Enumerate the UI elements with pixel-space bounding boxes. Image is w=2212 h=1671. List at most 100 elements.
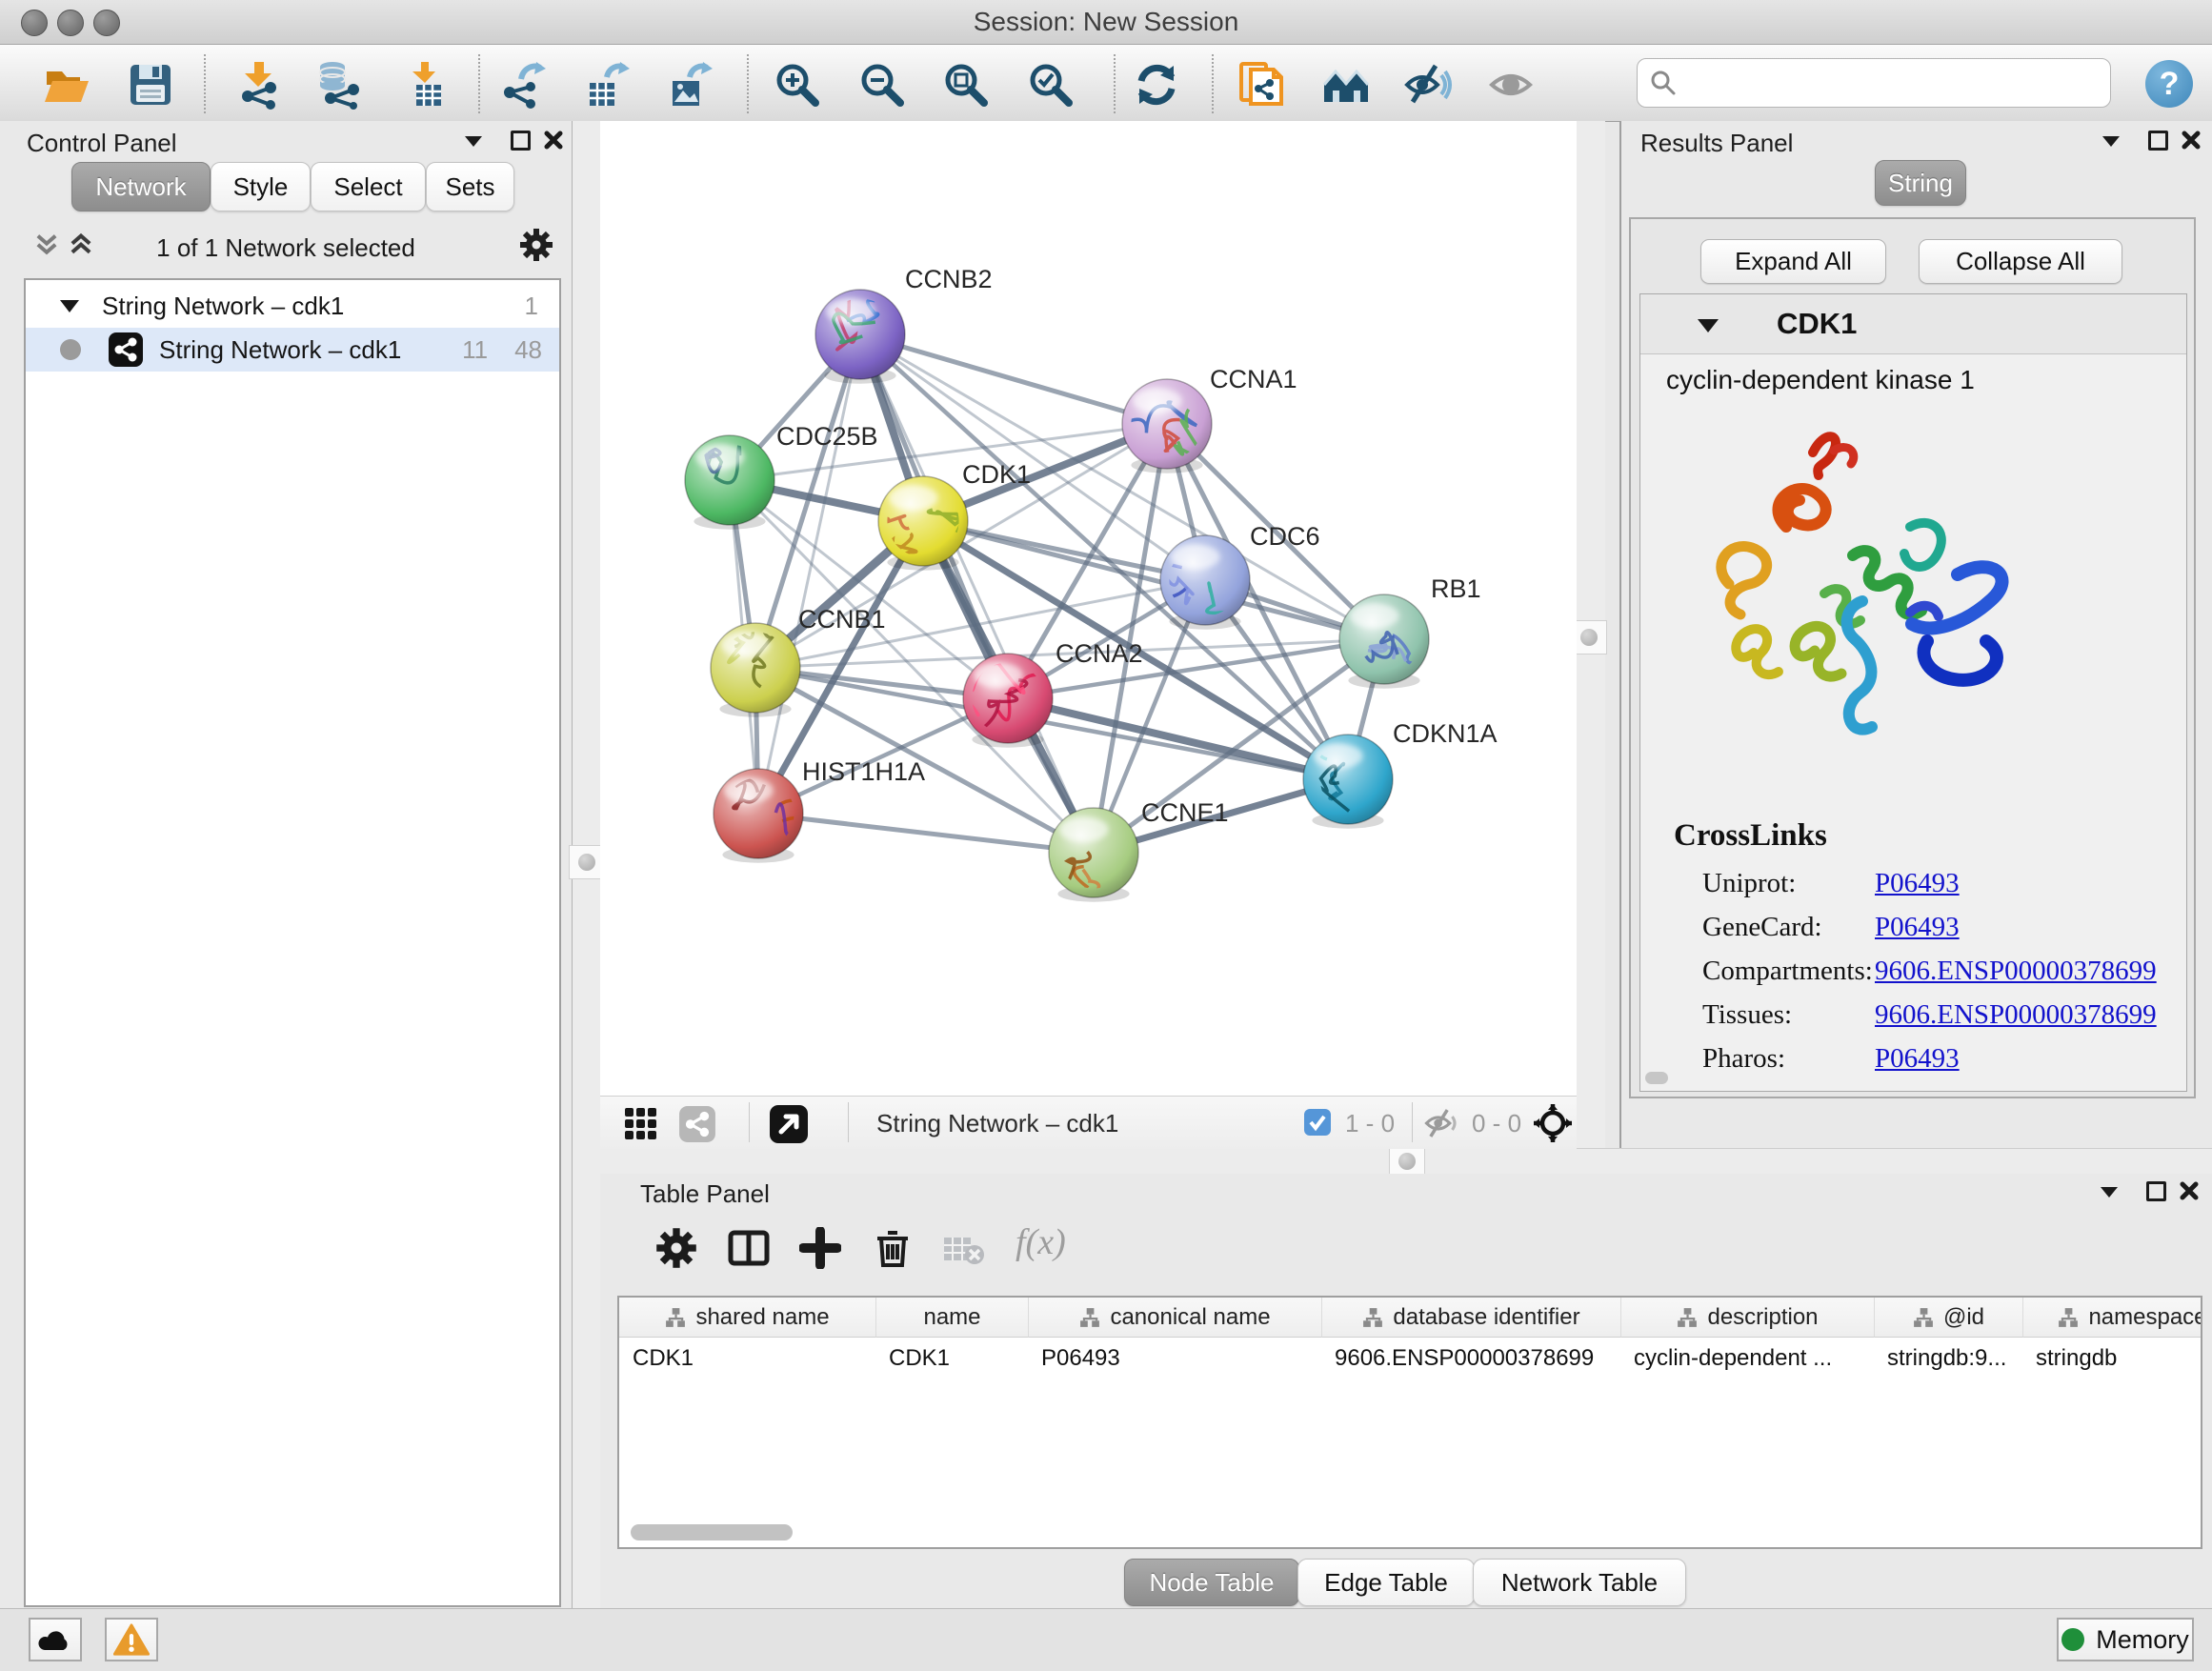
crosslink-link-tissues[interactable]: 9606.ENSP00000378699 <box>1875 999 2157 1031</box>
expand-all-button[interactable]: Expand All <box>1700 239 1886 284</box>
hidden-eye-slash-icon[interactable] <box>1423 1106 1461 1140</box>
show-glass-button[interactable] <box>1480 56 1541 113</box>
selected-checkbox-icon[interactable] <box>1303 1108 1332 1137</box>
export-image-button[interactable] <box>659 56 720 113</box>
table-cell[interactable]: stringdb <box>2022 1339 2202 1378</box>
eye-icon <box>1486 60 1536 110</box>
share-session-button[interactable] <box>1232 56 1293 113</box>
toolbar-separator <box>1212 54 1214 113</box>
horizontal-splitter-handle[interactable] <box>1389 1147 1425 1176</box>
crosslink-link-pharos[interactable]: P06493 <box>1875 1043 1960 1075</box>
column-header-id[interactable]: @id <box>1874 1298 2022 1338</box>
search-input[interactable] <box>1678 68 2110 99</box>
tab-network[interactable]: Network <box>71 162 211 211</box>
crosslink-link-genecard[interactable]: P06493 <box>1875 912 1960 943</box>
network-node-label: CDC6 <box>1250 522 1320 551</box>
import-network-file-button[interactable] <box>228 56 289 113</box>
table-cell[interactable]: stringdb:9... <box>1874 1339 2022 1378</box>
column-header-shared-name[interactable]: shared name <box>619 1298 875 1338</box>
button-label: Collapse All <box>1956 247 2085 276</box>
column-header-namespace[interactable]: namespace <box>2022 1298 2202 1338</box>
delete-table-icon[interactable] <box>943 1235 985 1265</box>
cell-value: stringdb <box>2036 1345 2117 1372</box>
network-row-selected[interactable]: String Network – cdk1 11 48 <box>26 328 559 372</box>
collapse-section-icon[interactable] <box>1698 319 1719 332</box>
maximize-panel-icon[interactable] <box>2146 1181 2166 1201</box>
birds-eye-view-icon[interactable] <box>1532 1102 1574 1144</box>
table-cell[interactable]: P06493 <box>1028 1339 1321 1378</box>
collection-expand-icon[interactable] <box>60 300 79 312</box>
apply-layout-button[interactable] <box>1126 56 1187 113</box>
save-session-button[interactable] <box>120 56 181 113</box>
float-panel-icon[interactable] <box>465 136 482 147</box>
import-table-button[interactable] <box>394 56 455 113</box>
tab-edge-table[interactable]: Edge Table <box>1297 1559 1475 1606</box>
gear-icon[interactable] <box>519 228 553 262</box>
tab-sets[interactable]: Sets <box>426 162 514 211</box>
table-cell[interactable]: CDK1 <box>619 1339 875 1378</box>
window-title: Session: New Session <box>0 0 2212 44</box>
search-icon <box>1649 69 1678 97</box>
function-builder-icon[interactable]: f(x) <box>1016 1221 1066 1263</box>
results-panel-title: Results Panel <box>1640 129 1793 158</box>
export-network-button[interactable] <box>493 56 553 113</box>
network-status-dot <box>60 339 81 360</box>
help-button[interactable]: ? <box>2145 60 2193 108</box>
column-header-database-identifier[interactable]: database identifier <box>1321 1298 1620 1338</box>
network-edge-CCNB2-HIST1H1A[interactable] <box>758 334 860 814</box>
tab-select[interactable]: Select <box>311 162 426 211</box>
zoom-selected-button[interactable] <box>1020 56 1081 113</box>
network-view-share-icon[interactable] <box>678 1105 716 1143</box>
table-cell[interactable]: cyclin-dependent ... <box>1620 1339 1874 1378</box>
crosslink-link-uniprot[interactable]: P06493 <box>1875 868 1960 899</box>
tab-node-table[interactable]: Node Table <box>1124 1559 1299 1606</box>
close-panel-icon[interactable] <box>2179 1180 2200 1201</box>
column-type-icon <box>1677 1307 1698 1328</box>
import-network-database-button[interactable] <box>308 56 369 113</box>
close-panel-icon[interactable] <box>543 130 564 151</box>
tab-style[interactable]: Style <box>211 162 311 211</box>
left-splitter[interactable] <box>572 121 601 1608</box>
float-panel-icon[interactable] <box>2102 136 2120 147</box>
table-hscrollbar-thumb[interactable] <box>631 1524 793 1540</box>
zoom-fit-button[interactable] <box>935 56 996 113</box>
maximize-panel-icon[interactable] <box>2148 131 2168 151</box>
close-panel-icon[interactable] <box>2181 130 2202 151</box>
network-collection-row[interactable]: String Network – cdk1 1 <box>26 284 559 328</box>
collapse-all-button[interactable]: Collapse All <box>1919 239 2122 284</box>
show-columns-icon[interactable] <box>728 1227 770 1269</box>
detach-view-icon[interactable] <box>769 1104 809 1144</box>
warnings-button[interactable] <box>105 1618 158 1661</box>
memory-button[interactable]: Memory <box>2057 1618 2194 1661</box>
cloud-status-button[interactable] <box>29 1618 82 1661</box>
export-table-button[interactable] <box>576 56 637 113</box>
maximize-panel-icon[interactable] <box>511 131 531 151</box>
column-header-description[interactable]: description <box>1620 1298 1874 1338</box>
hide-glass-button[interactable] <box>1398 56 1458 113</box>
delete-column-icon[interactable] <box>872 1227 914 1269</box>
string-home-button[interactable] <box>1317 56 1377 113</box>
open-session-button[interactable] <box>36 56 97 113</box>
table-cell[interactable]: CDK1 <box>875 1339 1028 1378</box>
horizontal-splitter[interactable] <box>600 1148 2212 1176</box>
zoom-in-button[interactable] <box>767 56 828 113</box>
protein-card-header[interactable]: CDK1 <box>1640 294 2186 354</box>
network-edge-HIST1H1A-CCNE1[interactable] <box>758 814 1094 853</box>
network-selection-status: 1 of 1 Network selected <box>0 233 572 263</box>
column-header-canonical-name[interactable]: canonical name <box>1028 1298 1321 1338</box>
search-field[interactable] <box>1637 58 2111 108</box>
float-panel-icon[interactable] <box>2101 1187 2118 1198</box>
crosslink-link-compartments[interactable]: 9606.ENSP00000378699 <box>1875 956 2157 987</box>
add-column-icon[interactable] <box>799 1227 841 1269</box>
tab-string[interactable]: String <box>1875 160 1966 206</box>
grid-view-icon[interactable] <box>624 1107 658 1141</box>
zoom-out-button[interactable] <box>852 56 913 113</box>
results-hscrollbar-thumb[interactable] <box>1645 1072 1668 1084</box>
zoom-fit-icon <box>941 60 991 110</box>
column-header-name[interactable]: name <box>875 1298 1028 1338</box>
table-cell[interactable]: 9606.ENSP00000378699 <box>1321 1339 1620 1378</box>
crosslink-label: Tissues: <box>1702 999 1792 1031</box>
network-canvas[interactable]: CCNB2CCNA1CDC25BCDK1CDC6RB1CCNB1CCNA2CDK… <box>600 121 1577 1096</box>
tab-network-table[interactable]: Network Table <box>1473 1559 1686 1606</box>
table-gear-icon[interactable] <box>655 1227 697 1269</box>
